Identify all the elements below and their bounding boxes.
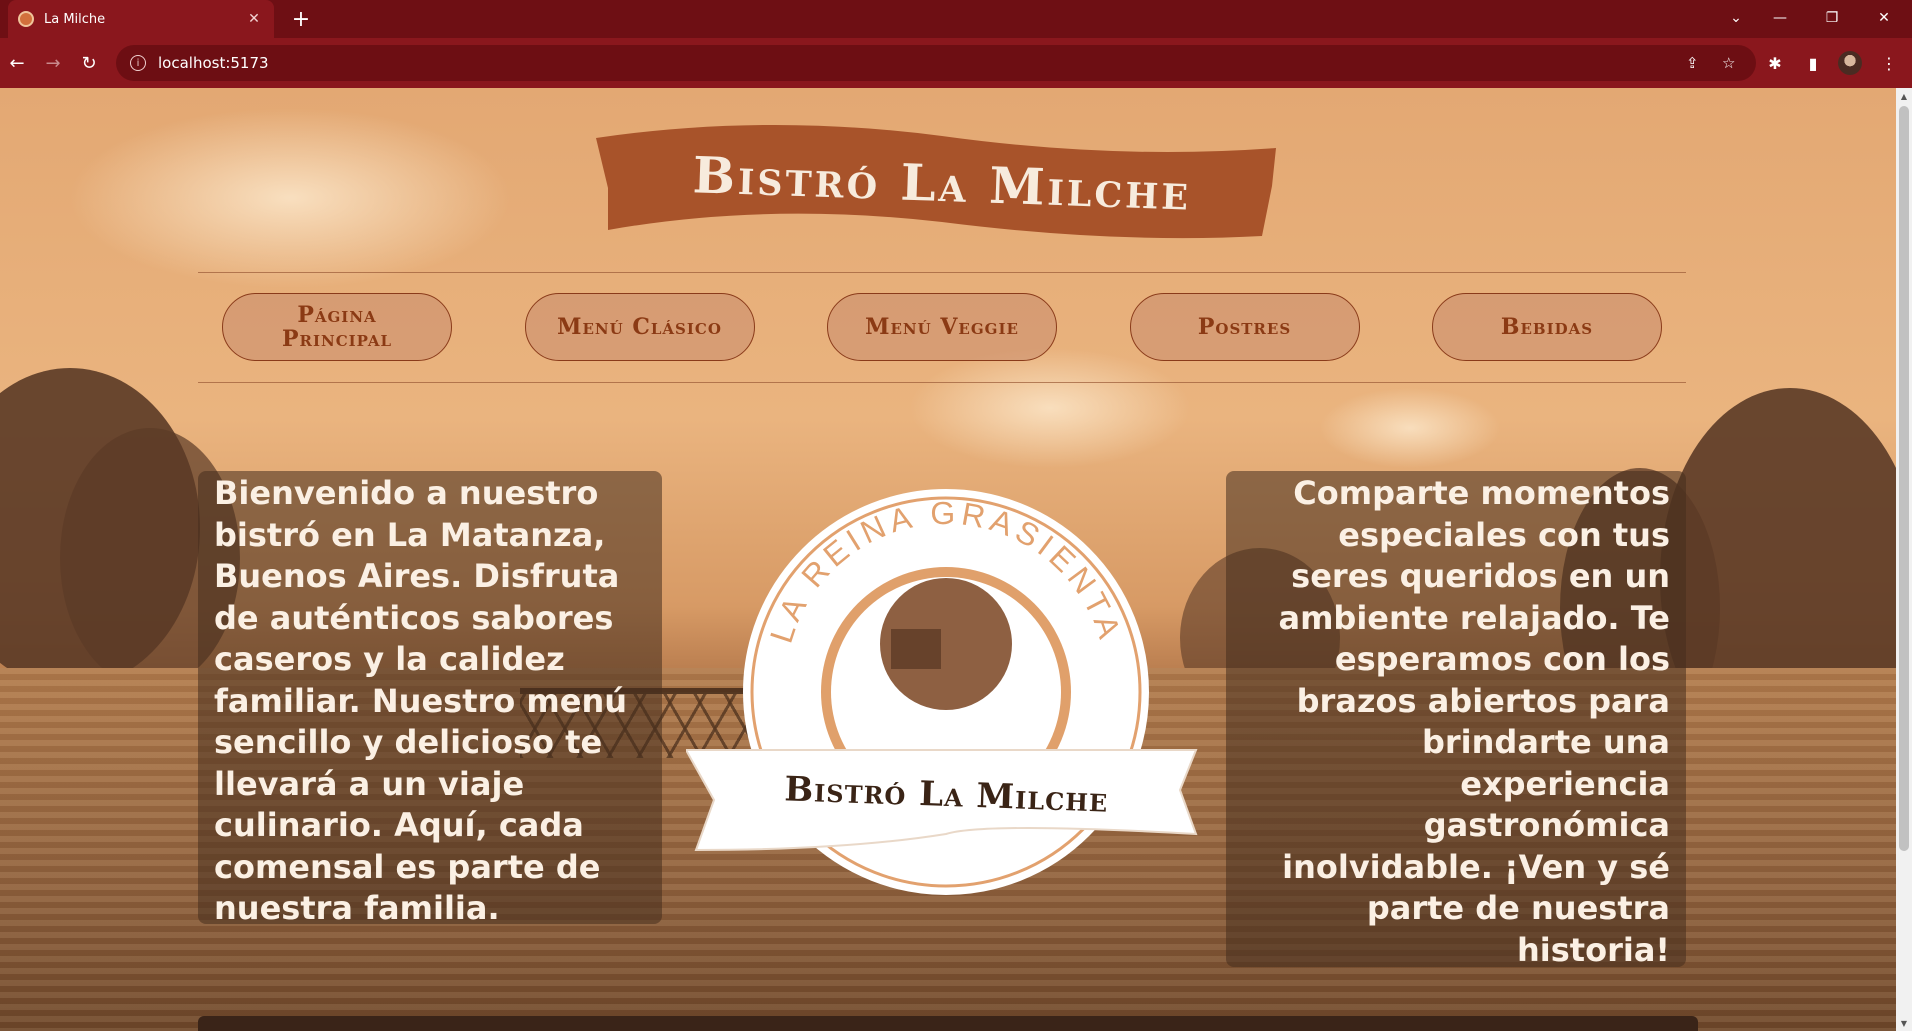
reload-button[interactable]: ↻ bbox=[76, 50, 102, 76]
tab-title: La Milche bbox=[44, 11, 106, 27]
bistro-logo: LA REINA GRASIENTA Bistró La Milche bbox=[684, 454, 1206, 944]
extensions-icon[interactable]: ✱ bbox=[1762, 50, 1788, 76]
new-tab-button[interactable]: + bbox=[288, 6, 314, 32]
close-tab-icon[interactable]: ✕ bbox=[244, 9, 264, 29]
nav-home[interactable]: Página Principal bbox=[222, 293, 452, 361]
tab-search-icon[interactable]: ⌄ bbox=[1716, 4, 1756, 32]
footer-bar bbox=[198, 1016, 1698, 1031]
restore-button[interactable]: ❐ bbox=[1812, 4, 1852, 32]
main-navigation: Página Principal Menú Clásico Menú Veggi… bbox=[198, 293, 1686, 363]
close-window-button[interactable]: ✕ bbox=[1864, 4, 1904, 32]
browser-tab[interactable]: La Milche ✕ bbox=[8, 0, 274, 38]
scrollbar-thumb[interactable] bbox=[1899, 106, 1909, 851]
header-banner: Bistró La Milche bbox=[596, 118, 1288, 258]
bookmark-star-icon[interactable]: ☆ bbox=[1722, 45, 1735, 81]
nav-veggie-menu[interactable]: Menú Veggie bbox=[827, 293, 1057, 361]
url-text: localhost:5173 bbox=[158, 54, 269, 72]
share-icon[interactable]: ⇪ bbox=[1686, 45, 1699, 81]
address-bar[interactable]: i localhost:5173 ⇪ ☆ bbox=[116, 45, 1756, 81]
favicon-icon bbox=[18, 11, 34, 27]
nav-divider-top bbox=[198, 272, 1686, 273]
scroll-down-icon[interactable]: ▼ bbox=[1896, 1015, 1912, 1031]
nav-desserts[interactable]: Postres bbox=[1129, 293, 1360, 361]
welcome-text: Bienvenido a nuestro bistró en La Matanz… bbox=[198, 471, 662, 927]
logo-photo-building bbox=[891, 629, 941, 669]
nav-divider-bottom bbox=[198, 382, 1686, 383]
forward-button[interactable]: → bbox=[40, 50, 66, 76]
tab-strip: La Milche ✕ + ⌄ — ❐ ✕ bbox=[0, 0, 1912, 38]
nav-drinks[interactable]: Bebidas bbox=[1432, 293, 1662, 361]
page-scrollbar[interactable]: ▲ ▼ bbox=[1896, 88, 1912, 1031]
profile-avatar[interactable] bbox=[1838, 51, 1862, 75]
invitation-text: Comparte momentos especiales con tus ser… bbox=[1226, 471, 1686, 969]
nav-classic-menu[interactable]: Menú Clásico bbox=[524, 293, 755, 361]
browser-toolbar: ← → ↻ i localhost:5173 ⇪ ☆ ✱ ▮ ⋮ bbox=[0, 38, 1912, 88]
site-info-icon[interactable]: i bbox=[130, 55, 146, 71]
browser-menu-icon[interactable]: ⋮ bbox=[1876, 50, 1902, 76]
back-button[interactable]: ← bbox=[4, 50, 30, 76]
scroll-up-icon[interactable]: ▲ bbox=[1896, 88, 1912, 104]
side-panel-icon[interactable]: ▮ bbox=[1800, 50, 1826, 76]
minimize-button[interactable]: — bbox=[1760, 4, 1800, 32]
page-viewport: Bistró La Milche Página Principal Menú C… bbox=[0, 88, 1896, 1031]
